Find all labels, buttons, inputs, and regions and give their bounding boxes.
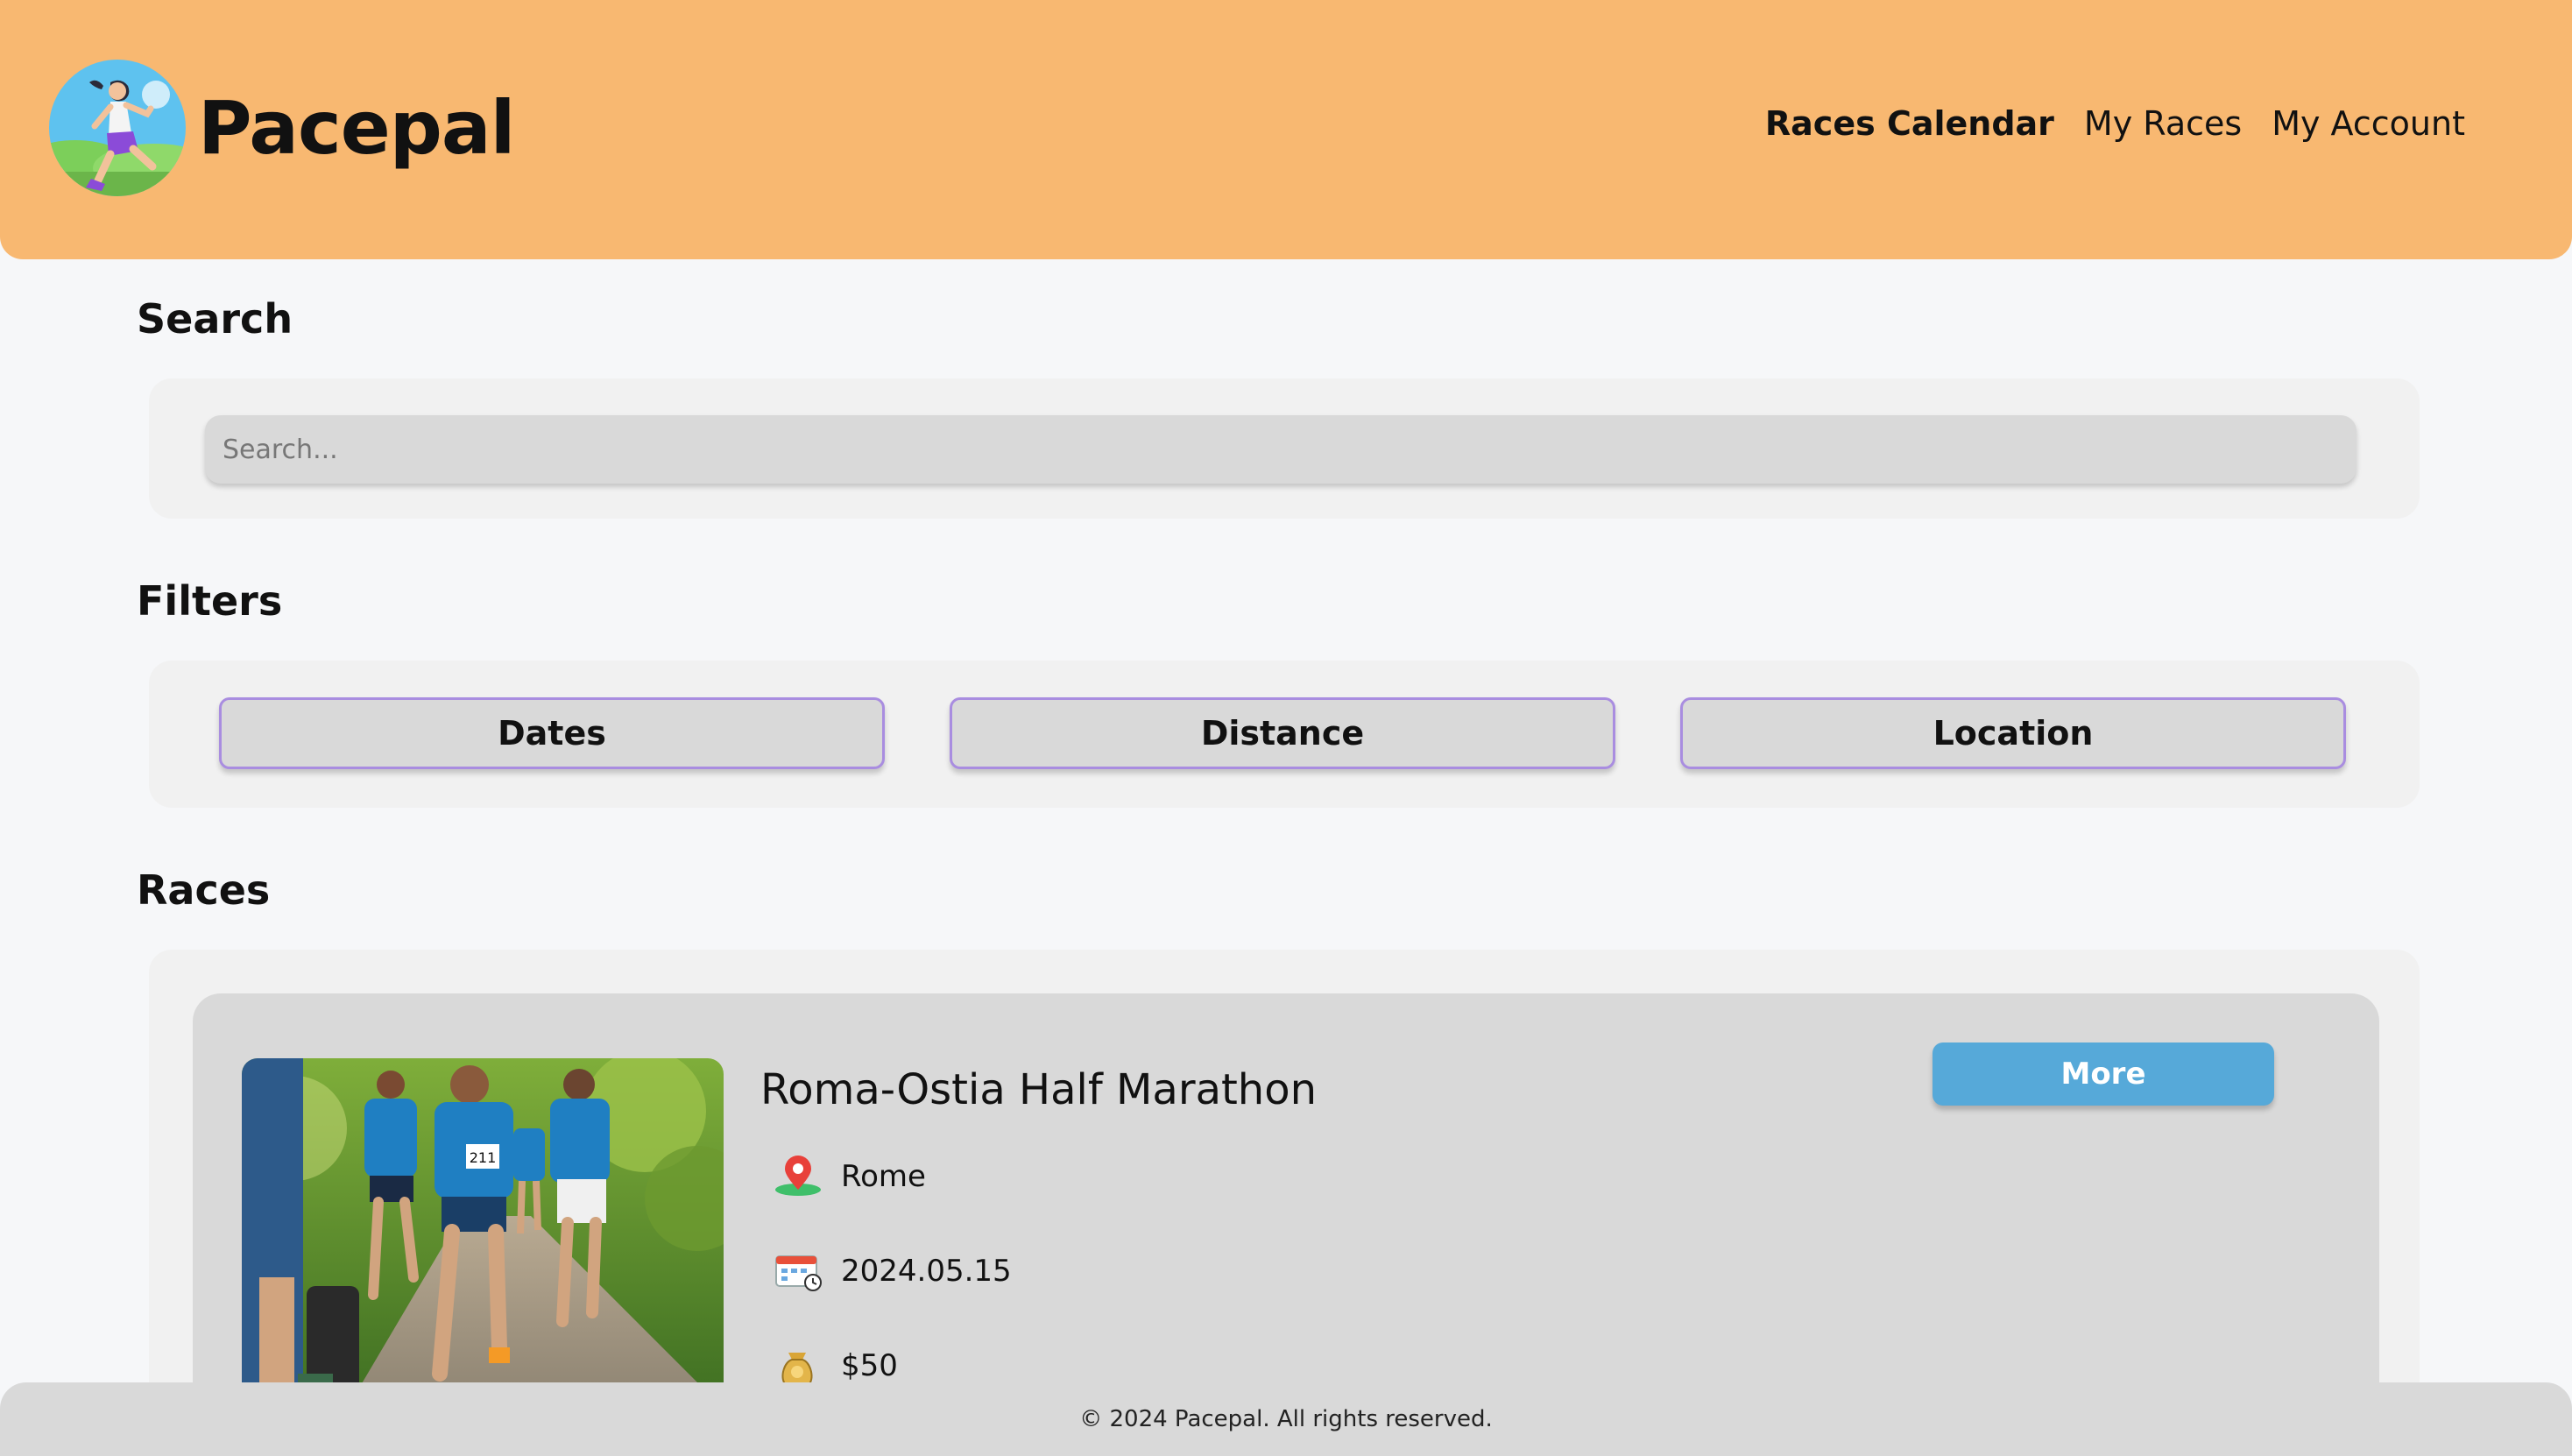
site-footer: © 2024 Pacepal. All rights reserved. (0, 1382, 2572, 1456)
race-location: Rome (841, 1159, 926, 1194)
copyright-text: © 2024 Pacepal. All rights reserved. (1079, 1406, 1493, 1432)
map-pin-icon (773, 1155, 823, 1198)
race-card[interactable]: 211 Roma-Ostia Half Marathon Rome 2024.0… (193, 993, 2379, 1431)
filters-heading: Filters (137, 577, 283, 625)
race-date-row: 2024.05.15 (773, 1249, 1012, 1293)
main-nav: Races Calendar My Races My Account (1765, 98, 2465, 149)
nav-my-account[interactable]: My Account (2272, 98, 2465, 149)
more-button[interactable]: More (1933, 1043, 2274, 1106)
nav-my-races[interactable]: My Races (2084, 98, 2242, 149)
brand-name[interactable]: Pacepal (198, 84, 515, 172)
distance-filter-button[interactable]: Distance (950, 697, 1615, 769)
search-heading: Search (137, 295, 293, 343)
runner-logo-icon[interactable] (49, 60, 186, 196)
race-name[interactable]: Roma-Ostia Half Marathon (760, 1062, 1317, 1118)
races-heading: Races (137, 866, 271, 914)
race-price-row: $50 (773, 1344, 898, 1388)
race-date: 2024.05.15 (841, 1254, 1012, 1289)
calendar-icon (773, 1249, 823, 1293)
location-filter-button[interactable]: Location (1680, 697, 2346, 769)
filters-panel: Dates Distance Location (149, 661, 2420, 808)
races-panel: 211 Roma-Ostia Half Marathon Rome 2024.0… (149, 950, 2420, 1440)
search-input[interactable] (205, 415, 2356, 484)
search-panel (149, 378, 2420, 519)
dates-filter-button[interactable]: Dates (219, 697, 885, 769)
money-bag-icon (773, 1344, 823, 1388)
race-location-row: Rome (773, 1155, 926, 1198)
site-header: Pacepal Races Calendar My Races My Accou… (0, 0, 2572, 259)
nav-races-calendar[interactable]: Races Calendar (1765, 98, 2054, 149)
race-photo: 211 (242, 1058, 724, 1409)
race-price: $50 (841, 1348, 898, 1383)
bib-number: 211 (470, 1149, 497, 1166)
